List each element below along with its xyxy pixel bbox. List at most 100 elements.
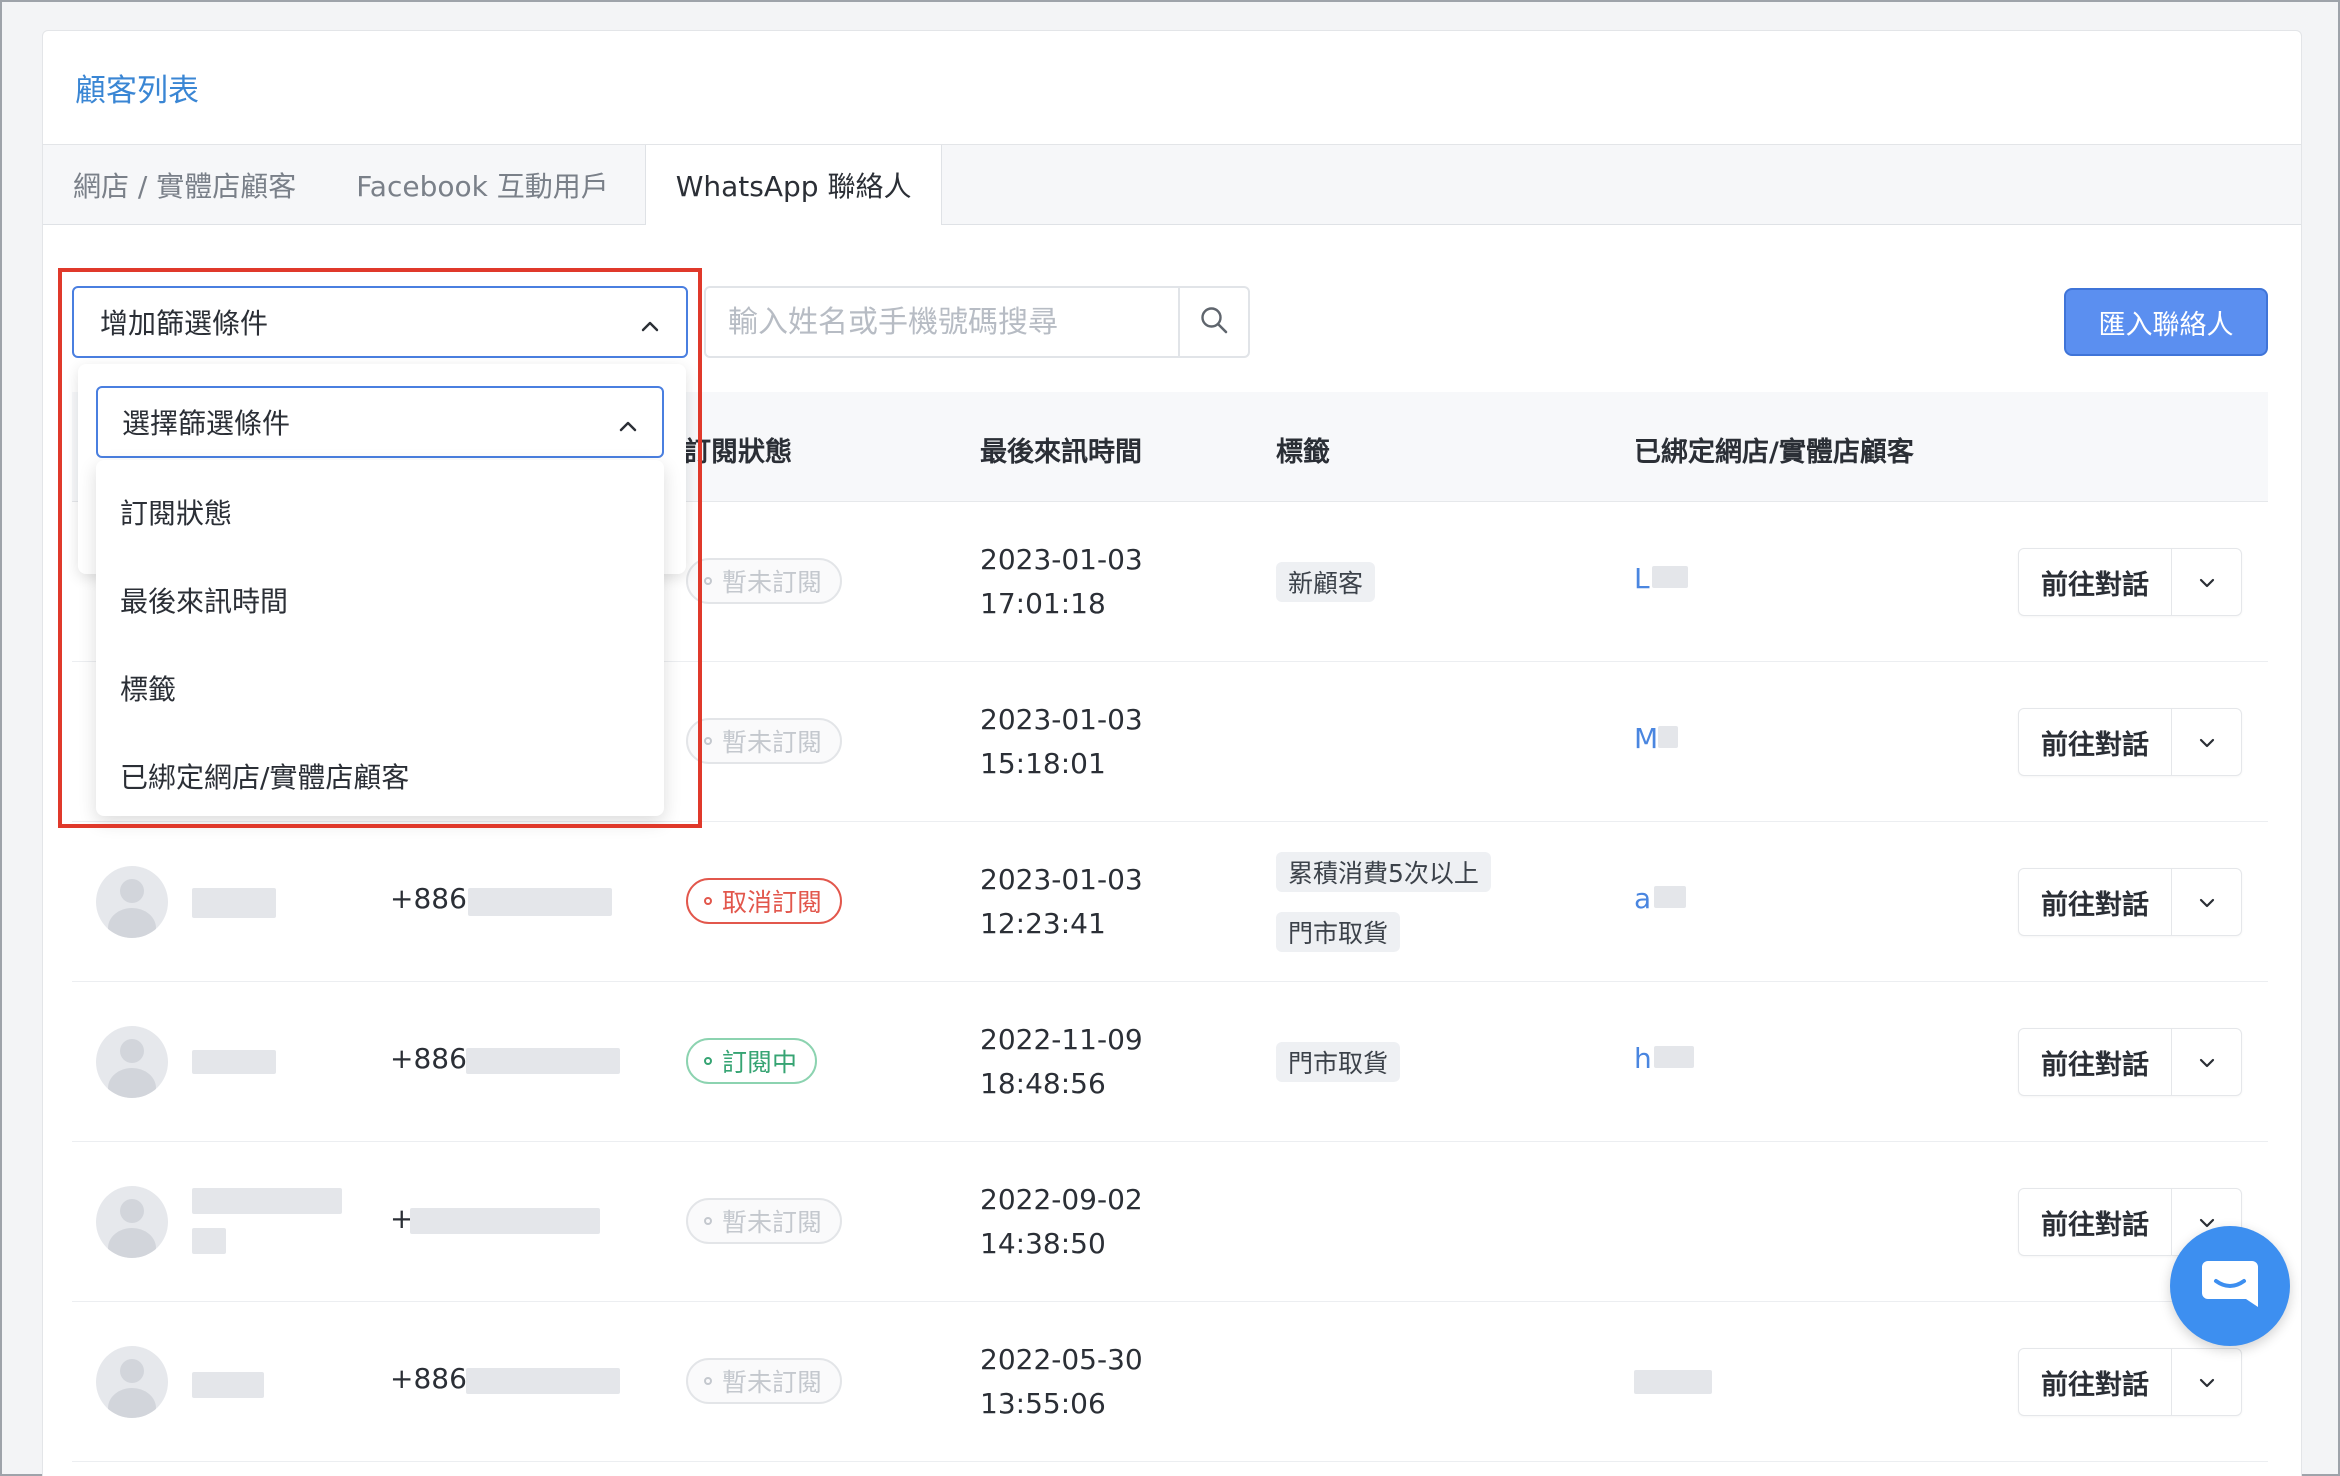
redacted-phone xyxy=(468,888,612,916)
status-label: 訂閱中 xyxy=(722,1048,798,1077)
redacted-name xyxy=(192,888,276,918)
more-actions-button[interactable] xyxy=(2171,1349,2241,1415)
tab-online-store-customers[interactable]: 網店 / 實體店顧客 xyxy=(43,145,326,224)
chat-icon xyxy=(2198,1255,2262,1317)
more-actions-button[interactable] xyxy=(2171,549,2241,615)
add-filter-button[interactable]: 增加篩選條件 xyxy=(72,286,688,358)
redacted-bound-name xyxy=(1654,886,1686,908)
go-to-chat-button[interactable]: 前往對話 xyxy=(2019,709,2171,775)
last-message-date: 2022-11-09 xyxy=(980,1023,1143,1056)
redacted-bound-name xyxy=(1654,1046,1694,1068)
chevron-down-icon xyxy=(2198,573,2216,592)
table-row[interactable]: +886 取消訂閱 2023-01-03 12:23:41 累積消費5次以上 門市… xyxy=(72,822,2268,982)
table-row[interactable]: +886 暫未訂閱 2022-05-30 13:55:06 前往對話 xyxy=(72,1302,2268,1462)
column-header-bound-customer: 已綁定網店/實體店顧客 xyxy=(1634,437,1914,468)
last-message-date: 2023-01-03 xyxy=(980,703,1143,736)
status-badge: 訂閱中 xyxy=(686,1038,818,1084)
status-dot-icon xyxy=(704,1377,712,1385)
tab-facebook-users[interactable]: Facebook 互動用戶 xyxy=(326,145,638,224)
phone-number: +886 xyxy=(390,882,467,915)
phone-number: +886 xyxy=(390,1042,467,1075)
redacted-name xyxy=(192,1228,226,1254)
redacted-phone xyxy=(410,1208,600,1234)
redacted-name xyxy=(192,1050,276,1074)
column-header-status: 訂閱狀態 xyxy=(684,437,792,468)
avatar xyxy=(96,866,168,938)
more-actions-button[interactable] xyxy=(2171,1029,2241,1095)
chevron-down-icon xyxy=(2198,1053,2216,1072)
go-to-chat-button[interactable]: 前往對話 xyxy=(2019,1349,2171,1415)
go-to-chat-control: 前往對話 xyxy=(2018,708,2242,776)
search-icon xyxy=(1199,305,1229,339)
more-actions-button[interactable] xyxy=(2171,869,2241,935)
import-contacts-button[interactable]: 匯入聯絡人 xyxy=(2064,288,2268,356)
status-label: 暫未訂閱 xyxy=(722,1368,823,1397)
filter-condition-label: 選擇篩選條件 xyxy=(122,407,291,440)
last-message-date: 2022-05-30 xyxy=(980,1343,1143,1376)
option-tags[interactable]: 標籤 xyxy=(96,644,664,732)
column-header-tags: 標籤 xyxy=(1276,437,1330,468)
redacted-bound-name xyxy=(1634,1370,1712,1394)
column-header-last-message: 最後來訊時間 xyxy=(980,437,1142,468)
bound-customer-link[interactable]: L xyxy=(1634,562,1650,595)
status-dot-icon xyxy=(704,1057,712,1065)
search-button[interactable] xyxy=(1178,288,1248,356)
tag-chip: 門市取貨 xyxy=(1276,1042,1401,1082)
search-box xyxy=(704,286,1250,358)
chat-widget-button[interactable] xyxy=(2170,1226,2290,1346)
chevron-down-icon xyxy=(2198,893,2216,912)
tag-chip: 新顧客 xyxy=(1276,562,1376,602)
status-dot-icon xyxy=(704,897,712,905)
status-badge: 暫未訂閱 xyxy=(686,558,843,604)
tag-chip: 門市取貨 xyxy=(1276,912,1401,952)
chevron-down-icon xyxy=(2198,733,2216,752)
last-message-time: 2022-11-09 18:48:56 xyxy=(980,1018,1143,1106)
go-to-chat-control: 前往對話 xyxy=(2018,548,2242,616)
go-to-chat-control: 前往對話 xyxy=(2018,868,2242,936)
last-message-date: 2023-01-03 xyxy=(980,863,1143,896)
table-row[interactable]: +886 訂閱中 2022-11-09 18:48:56 門市取貨 h 前往對話 xyxy=(72,982,2268,1142)
last-message-date: 2023-01-03 xyxy=(980,543,1143,576)
filter-options-menu: 訂閱狀態 最後來訊時間 標籤 已綁定網店/實體店顧客 xyxy=(96,460,664,816)
redacted-bound-name xyxy=(1658,726,1678,748)
redacted-name xyxy=(192,1372,264,1398)
last-message-clock: 12:23:41 xyxy=(980,907,1106,940)
tab-whatsapp-contacts[interactable]: WhatsApp 聯絡人 xyxy=(644,145,943,225)
bound-customer-link[interactable]: h xyxy=(1634,1042,1652,1075)
last-message-clock: 15:18:01 xyxy=(980,747,1106,780)
go-to-chat-control: 前往對話 xyxy=(2018,1028,2242,1096)
go-to-chat-button[interactable]: 前往對話 xyxy=(2019,1189,2171,1255)
last-message-clock: 18:48:56 xyxy=(980,1067,1106,1100)
redacted-phone xyxy=(466,1368,620,1394)
bound-customer-link[interactable]: M xyxy=(1634,722,1658,755)
table-row[interactable]: + 暫未訂閱 2022-09-02 14:38:50 前往對話 xyxy=(72,1142,2268,1302)
last-message-clock: 14:38:50 xyxy=(980,1227,1106,1260)
go-to-chat-control: 前往對話 xyxy=(2018,1348,2242,1416)
tab-bar: 網店 / 實體店顧客 Facebook 互動用戶 WhatsApp 聯絡人 xyxy=(43,145,2301,225)
option-bound-customer[interactable]: 已綁定網店/實體店顧客 xyxy=(96,732,664,820)
last-message-time: 2022-09-02 14:38:50 xyxy=(980,1178,1143,1266)
card-header: 顧客列表 xyxy=(43,31,2301,145)
filter-condition-select[interactable]: 選擇篩選條件 xyxy=(96,386,664,458)
go-to-chat-button[interactable]: 前往對話 xyxy=(2019,869,2171,935)
status-dot-icon xyxy=(704,737,712,745)
search-input[interactable] xyxy=(706,288,1178,356)
page-title: 顧客列表 xyxy=(75,73,199,109)
go-to-chat-button[interactable]: 前往對話 xyxy=(2019,549,2171,615)
status-label: 暫未訂閱 xyxy=(722,728,823,757)
status-badge: 暫未訂閱 xyxy=(686,718,843,764)
chevron-up-icon xyxy=(618,406,638,439)
avatar xyxy=(96,1186,168,1258)
status-label: 暫未訂閱 xyxy=(722,1208,823,1237)
status-badge: 暫未訂閱 xyxy=(686,1358,843,1404)
more-actions-button[interactable] xyxy=(2171,709,2241,775)
redacted-phone xyxy=(466,1048,620,1074)
option-last-message-time[interactable]: 最後來訊時間 xyxy=(96,556,664,644)
bound-customer-link[interactable]: a xyxy=(1634,882,1651,915)
status-label: 取消訂閱 xyxy=(722,888,823,917)
status-badge: 暫未訂閱 xyxy=(686,1198,843,1244)
go-to-chat-button[interactable]: 前往對話 xyxy=(2019,1029,2171,1095)
option-subscription-status[interactable]: 訂閱狀態 xyxy=(96,468,664,556)
last-message-time: 2023-01-03 12:23:41 xyxy=(980,858,1143,946)
redacted-bound-name xyxy=(1652,566,1688,588)
